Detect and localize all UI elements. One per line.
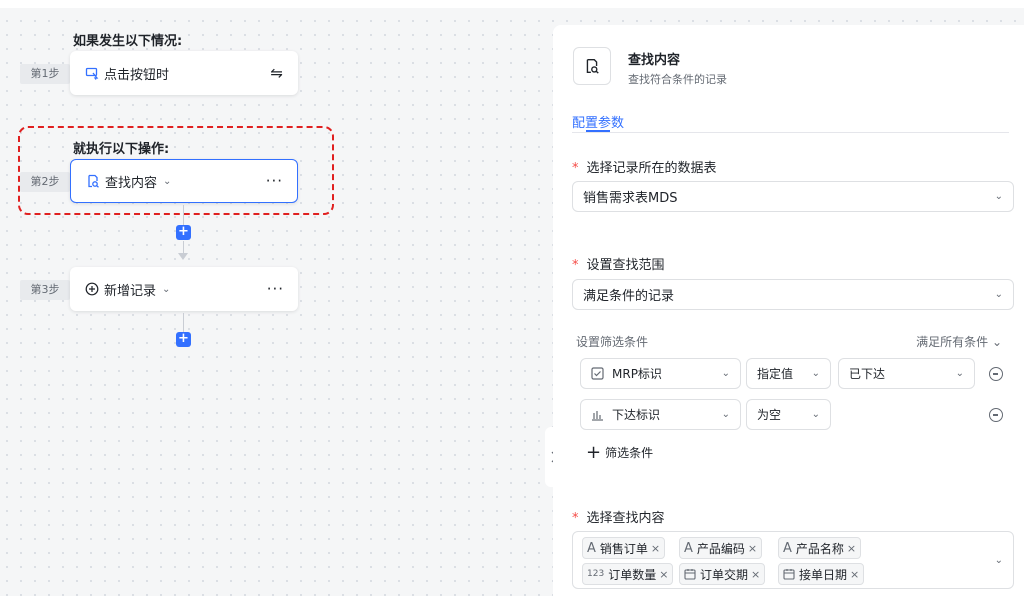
action-section-title: 就执行以下操作: (73, 142, 170, 157)
add-step-button[interactable]: + (176, 332, 191, 347)
add-filter-label: 筛选条件 (605, 446, 654, 460)
text-field-icon: A (587, 540, 596, 556)
add-filter-button[interactable]: + 筛选条件 (586, 441, 654, 463)
find-record-icon (85, 173, 101, 189)
number-field-icon: 123 (587, 569, 605, 579)
add-step-button[interactable]: + (176, 225, 191, 240)
filter-operator-value: 为空 (757, 408, 782, 422)
content-multiselect[interactable]: A 销售订单 × A 产品编码 × A 产品名称 × 123 订单数量 × 订单… (572, 531, 1014, 589)
table-field-label: * 选择记录所在的数据表 (572, 157, 717, 176)
filter-field-select[interactable]: MRP标识 ⌄ (580, 358, 741, 389)
step-tag-1: 第1步 (20, 64, 70, 84)
tag-label: 订单交期 (700, 567, 749, 582)
trigger-section-title: 如果发生以下情况: (73, 34, 183, 49)
tag-label: 产品名称 (795, 541, 844, 556)
checkbox-field-icon (591, 367, 604, 380)
step-node-add-record[interactable]: 新增记录 ⌄ ··· (70, 267, 298, 311)
close-icon[interactable]: × (651, 542, 660, 555)
top-bar (0, 0, 1024, 8)
date-field-icon (783, 568, 795, 580)
tag-label: 订单数量 (608, 567, 657, 582)
label-text: 选择记录所在的数据表 (586, 161, 717, 176)
remove-filter-icon[interactable] (989, 367, 1003, 381)
step-node-label: 点击按钮时 (104, 67, 170, 83)
filter-section-label: 设置筛选条件 (576, 335, 649, 349)
field-tag: A 销售订单 × (582, 537, 666, 559)
connector-line (183, 313, 184, 333)
filter-field-value: MRP标识 (612, 367, 662, 381)
chevron-down-icon: ⌄ (994, 191, 1003, 202)
swap-icon[interactable]: ⇋ (270, 64, 284, 82)
filter-field-value: 下达标识 (612, 408, 661, 422)
field-tag: 订单交期 × (679, 563, 766, 585)
field-tag: A 产品编码 × (679, 537, 763, 559)
required-mark: * (572, 511, 579, 526)
cursor-click-icon (84, 65, 100, 81)
close-icon[interactable]: × (748, 542, 757, 555)
chevron-down-icon: ⌄ (721, 409, 730, 420)
filter-field-select[interactable]: 下达标识 ⌄ (580, 399, 741, 430)
more-options-icon[interactable]: ··· (267, 280, 284, 298)
panel-subtitle: 查找符合条件的记录 (628, 73, 727, 86)
find-record-icon (573, 47, 611, 85)
close-icon[interactable]: × (659, 568, 668, 581)
step-node-find[interactable]: 查找内容 ⌄ ··· (70, 159, 298, 203)
step-node-trigger[interactable]: 点击按钮时 ⇋ (70, 51, 298, 95)
tab-divider (572, 132, 1009, 133)
filter-value-select[interactable]: 已下达 ⌄ (838, 358, 975, 389)
scope-select[interactable]: 满足条件的记录 ⌄ (572, 279, 1014, 310)
field-tag: 接单日期 × (778, 563, 865, 585)
add-circle-icon (84, 281, 100, 297)
text-field-icon: A (783, 540, 792, 556)
panel-title: 查找内容 (628, 53, 681, 68)
field-tag: 123 订单数量 × (582, 563, 674, 585)
required-mark: * (572, 258, 579, 273)
step-node-label: 新增记录 (104, 283, 157, 299)
chevron-down-icon: ⌄ (811, 409, 820, 420)
chevron-down-icon: ⌄ (721, 368, 730, 379)
close-icon[interactable]: × (847, 542, 856, 555)
tab-config[interactable]: 配置参数 (572, 112, 624, 131)
filter-mode-value: 满足所有条件 (916, 335, 989, 349)
field-tag: A 产品名称 × (778, 537, 862, 559)
step-node-label: 查找内容 (105, 175, 158, 191)
step-tag-2: 第2步 (20, 172, 70, 192)
plus-icon: + (586, 441, 602, 463)
filter-operator-select[interactable]: 指定值 ⌄ (746, 358, 831, 389)
date-field-icon (684, 568, 696, 580)
text-field-icon: A (684, 540, 693, 556)
scope-field-label: * 设置查找范围 (572, 254, 665, 273)
filter-operator-select[interactable]: 为空 ⌄ (746, 399, 831, 430)
arrow-down-icon (178, 253, 188, 260)
select-value: 满足条件的记录 (583, 289, 675, 304)
config-panel: 查找内容 查找符合条件的记录 配置参数 * 选择记录所在的数据表 销售需求表MDS… (553, 25, 1024, 596)
tag-label: 产品编码 (696, 541, 745, 556)
content-field-label: * 选择查找内容 (572, 507, 665, 526)
filter-operator-value: 指定值 (757, 367, 794, 381)
tag-label: 接单日期 (799, 567, 848, 582)
filter-value: 已下达 (849, 367, 886, 381)
label-text: 选择查找内容 (586, 511, 665, 526)
chevron-down-icon[interactable]: ⌄ (162, 284, 170, 295)
close-icon[interactable]: × (751, 568, 760, 581)
remove-filter-icon[interactable] (989, 408, 1003, 422)
close-icon[interactable]: × (850, 568, 859, 581)
chevron-down-icon: ⌄ (994, 555, 1003, 566)
select-value: 销售需求表MDS (583, 191, 678, 206)
more-options-icon[interactable]: ··· (266, 172, 283, 190)
label-text: 设置查找范围 (586, 258, 665, 273)
required-mark: * (572, 161, 579, 176)
connector-line (183, 205, 184, 226)
bar-chart-field-icon (591, 408, 604, 421)
connector-line (183, 241, 184, 253)
chevron-down-icon: ⌄ (955, 368, 964, 379)
chevron-down-icon[interactable]: ⌄ (163, 176, 171, 187)
chevron-down-icon: ⌄ (811, 368, 820, 379)
chevron-down-icon: ⌄ (991, 335, 1002, 349)
table-select[interactable]: 销售需求表MDS ⌄ (572, 181, 1014, 212)
tag-label: 销售订单 (599, 541, 648, 556)
step-tag-3: 第3步 (20, 280, 70, 300)
chevron-down-icon: ⌄ (994, 289, 1003, 300)
filter-mode-select[interactable]: 满足所有条件 ⌄ (916, 333, 1002, 350)
